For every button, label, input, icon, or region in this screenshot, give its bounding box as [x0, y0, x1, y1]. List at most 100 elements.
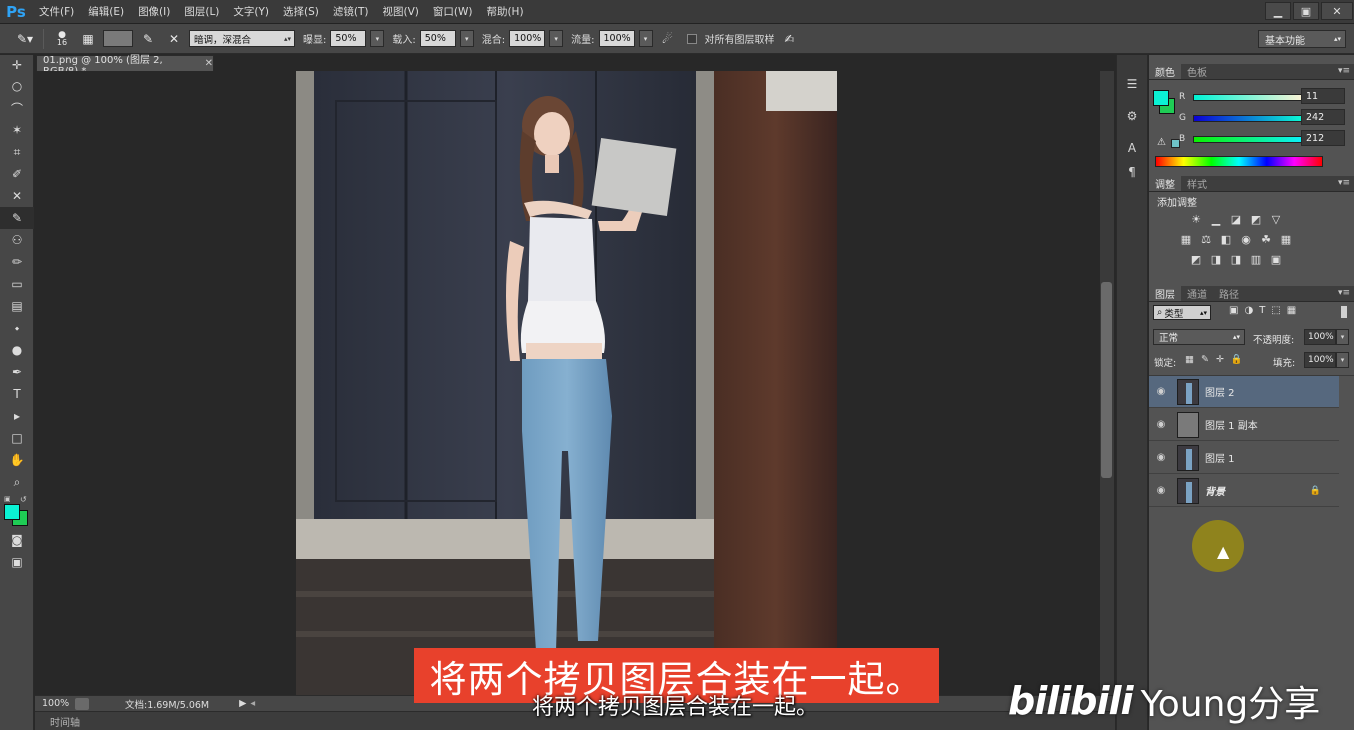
eye-icon[interactable]: ◉	[1149, 386, 1173, 397]
adjustment-filter-icon[interactable]: ◑	[1244, 305, 1253, 316]
color-lookup-icon[interactable]: ▦	[1279, 233, 1293, 246]
eye-icon[interactable]: ◉	[1149, 419, 1173, 430]
selective-color-icon[interactable]: ▣	[1269, 253, 1283, 266]
paragraph-panel-icon[interactable]: ¶	[1117, 161, 1147, 183]
sponge-tool-preset-icon[interactable]: ✎▾	[14, 28, 36, 50]
photo-filter-icon[interactable]: ◉	[1239, 233, 1253, 246]
canvas-image[interactable]	[296, 71, 837, 695]
filter-toggle[interactable]	[1341, 306, 1347, 318]
invert-icon[interactable]: ◩	[1189, 253, 1203, 266]
mode-swatch[interactable]	[103, 30, 133, 47]
tab-styles[interactable]: 样式	[1181, 176, 1213, 191]
quick-mask-icon[interactable]: ◙	[0, 529, 34, 551]
airbrush-icon[interactable]: ✎	[137, 28, 159, 50]
menu-image[interactable]: 图像(I)	[131, 4, 177, 19]
crop-tool-icon[interactable]: ⌗	[0, 141, 34, 163]
tab-swatches[interactable]: 色板	[1181, 64, 1213, 79]
brush-tool-icon[interactable]: ✎	[0, 207, 34, 229]
r-slider[interactable]	[1193, 93, 1305, 101]
menu-window[interactable]: 窗口(W)	[426, 4, 480, 19]
color-spectrum-bar[interactable]	[1155, 156, 1323, 167]
layer-filter-select[interactable]: ⌕ 类型 ▴▾	[1153, 305, 1211, 320]
tab-adjustments[interactable]: 调整	[1149, 176, 1181, 191]
hue-saturation-icon[interactable]: ▦	[1179, 233, 1193, 246]
zoom-tool-icon[interactable]: ⌕	[0, 471, 34, 493]
healing-brush-icon[interactable]: ✕	[0, 185, 34, 207]
restore-button[interactable]: ▣	[1293, 2, 1319, 20]
close-button[interactable]: ✕	[1321, 2, 1353, 20]
marquee-tool-icon[interactable]: ○	[0, 75, 34, 97]
workspace-select[interactable]: 基本功能 ▴▾	[1258, 30, 1346, 48]
b-slider[interactable]	[1193, 135, 1305, 143]
stamp-tool-icon[interactable]: ⚇	[0, 229, 34, 251]
eye-icon[interactable]: ◉	[1149, 452, 1173, 463]
strength-input[interactable]: 50%	[419, 30, 456, 47]
menu-type[interactable]: 文字(Y)	[226, 4, 276, 19]
document-tab[interactable]: 01.png @ 100% (图层 2, RGB/8) * ✕	[36, 55, 214, 77]
history-brush-icon[interactable]: ✏	[0, 251, 34, 273]
tab-layers[interactable]: 图层	[1149, 286, 1181, 301]
magic-wand-icon[interactable]: ✶	[0, 119, 34, 141]
range-select[interactable]: 暗调，深混合 ▴▾	[189, 30, 295, 47]
properties-panel-icon[interactable]: ⚙	[1117, 105, 1147, 127]
panel-menu-icon[interactable]: ▾≡	[1338, 66, 1350, 76]
brightness-icon[interactable]: ☀	[1189, 213, 1203, 226]
lasso-tool-icon[interactable]: ⌒	[0, 97, 34, 119]
smart-object-filter-icon[interactable]: ▦	[1287, 305, 1296, 316]
foreground-color-swatch[interactable]	[4, 504, 20, 520]
menu-edit[interactable]: 编辑(E)	[81, 4, 131, 19]
color-balance-icon[interactable]: ⚖	[1199, 233, 1213, 246]
menu-view[interactable]: 视图(V)	[375, 4, 425, 19]
mix-input[interactable]: 100%	[509, 30, 546, 47]
path-select-icon[interactable]: ▸	[0, 405, 34, 427]
type-filter-icon[interactable]: T	[1259, 305, 1265, 316]
hand-tool-icon[interactable]: ✋	[0, 449, 34, 471]
fill-input[interactable]: 100%	[1304, 352, 1336, 368]
fill-dropdown-icon[interactable]: ▾	[1336, 352, 1349, 368]
channel-mixer-icon[interactable]: ☘	[1259, 233, 1273, 246]
menu-help[interactable]: 帮助(H)	[479, 4, 530, 19]
eye-icon[interactable]: ◉	[1149, 485, 1173, 496]
scroll-left-icon[interactable]: ◂	[250, 698, 255, 709]
panel-menu-icon[interactable]: ▾≡	[1338, 288, 1350, 298]
g-slider[interactable]	[1193, 114, 1305, 122]
menu-file[interactable]: 文件(F)	[32, 4, 81, 19]
default-colors-icon[interactable]: ▣	[4, 495, 11, 503]
strength-dropdown-icon[interactable]: ▾	[459, 30, 474, 47]
layer-row-layer-2[interactable]: ◉ 图层 2	[1149, 376, 1339, 408]
posterize-icon[interactable]: ◨	[1209, 253, 1223, 266]
x-icon[interactable]: ✕	[163, 28, 185, 50]
panel-menu-icon[interactable]: ▾≡	[1338, 178, 1350, 188]
flow-dropdown-icon[interactable]: ▾	[638, 30, 653, 47]
exposure-input[interactable]: 50%	[330, 30, 367, 47]
zoom-level[interactable]: 100%	[35, 698, 75, 709]
tab-channels[interactable]: 通道	[1181, 286, 1213, 301]
layer-row-layer-1-copy[interactable]: ◉ 图层 1 副本	[1149, 409, 1339, 441]
airbrush-toggle-icon[interactable]: ☄	[657, 28, 679, 50]
move-tool-icon[interactable]: ✛	[0, 55, 34, 75]
tab-paths[interactable]: 路径	[1213, 286, 1245, 301]
levels-icon[interactable]: ▁	[1209, 213, 1223, 226]
gradient-tool-icon[interactable]: ▤	[0, 295, 34, 317]
r-value-input[interactable]: 11	[1301, 88, 1345, 104]
lock-icon[interactable]: 🔒	[1310, 486, 1321, 496]
eraser-tool-icon[interactable]: ▭	[0, 273, 34, 295]
lock-transparent-icon[interactable]: ▦	[1185, 354, 1194, 365]
exposure-dropdown-icon[interactable]: ▾	[370, 30, 385, 47]
black-white-icon[interactable]: ◧	[1219, 233, 1233, 246]
brush-panel-icon[interactable]: ▦	[77, 28, 99, 50]
minimize-button[interactable]: ▁	[1265, 2, 1291, 20]
sample-all-checkbox[interactable]	[686, 33, 697, 44]
pixel-filter-icon[interactable]: ▣	[1229, 305, 1238, 316]
lock-all-icon[interactable]: 🔒	[1231, 354, 1243, 365]
close-tab-icon[interactable]: ✕	[205, 58, 213, 69]
tab-color[interactable]: 颜色	[1149, 64, 1181, 79]
status-info-icon[interactable]	[75, 697, 89, 710]
b-value-input[interactable]: 212	[1301, 130, 1345, 146]
layer-row-background[interactable]: ◉ 背景 🔒	[1149, 475, 1339, 507]
eyedropper-icon[interactable]: ✐	[0, 163, 34, 185]
color-panel-foreground-swatch[interactable]	[1153, 90, 1169, 106]
opacity-dropdown-icon[interactable]: ▾	[1336, 329, 1349, 345]
out-of-gamut-warning-icon[interactable]: ⚠	[1157, 137, 1166, 148]
dodge-tool-icon[interactable]: ●	[0, 339, 34, 361]
